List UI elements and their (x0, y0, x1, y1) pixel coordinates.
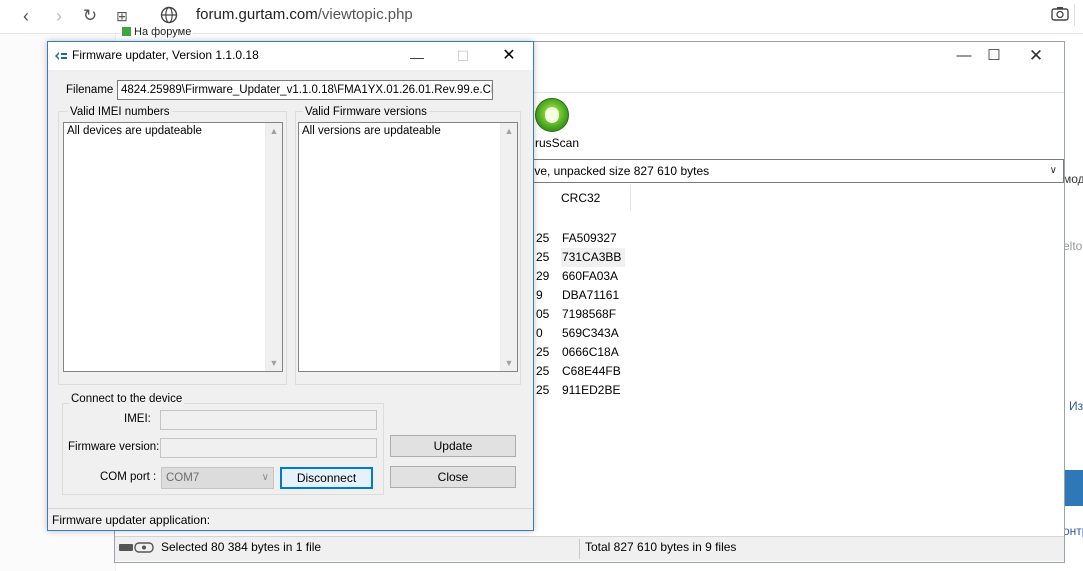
row-crc32[interactable]: 0666C18A (561, 343, 623, 362)
dialog-close-icon[interactable]: ✕ (486, 42, 532, 70)
scroll-up-icon[interactable]: ▲ (501, 123, 517, 139)
page-fragment-4[interactable]: онтр (1063, 524, 1083, 538)
virus-scan-icon[interactable] (535, 98, 569, 132)
globe-icon (160, 6, 178, 27)
firmware-updater-dialog: Firmware updater, Version 1.1.0.18 — ☐ ✕… (47, 41, 534, 531)
toolbar-divider (1074, 4, 1083, 26)
imei-scrollbar[interactable]: ▲ ▼ (265, 123, 282, 371)
back-icon[interactable]: ‹ (13, 4, 39, 28)
row-size-fragment[interactable]: 25 (536, 381, 549, 400)
filename-label: Filename (66, 84, 114, 96)
screenshot-camera-icon[interactable] (1050, 5, 1070, 26)
status-separator (579, 539, 580, 559)
forum-top-link-text: На форуме (134, 26, 192, 38)
close-icon[interactable]: ✕ (1016, 45, 1056, 67)
chevron-down-icon[interactable]: ∨ (262, 468, 269, 488)
firmware-version-label: Firmware version: (68, 441, 160, 453)
update-button[interactable]: Update (390, 435, 516, 457)
page-fragment-3[interactable]: Из (1069, 399, 1083, 413)
green-square-icon (122, 27, 131, 36)
scroll-down-icon[interactable]: ▼ (266, 355, 282, 371)
row-crc32[interactable]: 569C343A (561, 324, 623, 343)
maximize-icon[interactable]: ☐ (974, 45, 1014, 67)
connect-group-title: Connect to the device (69, 393, 185, 405)
crc32-header-text: CRC32 (561, 191, 601, 205)
archive-path-text: hive, unpacked size 827 610 bytes (525, 164, 710, 178)
row-size-fragment[interactable]: 25 (536, 229, 549, 248)
chevron-down-icon[interactable]: ∨ (1050, 160, 1057, 182)
imei-listbox[interactable]: All devices are updateable ▲ ▼ (63, 122, 283, 372)
virus-scan-label[interactable]: rusScan (535, 136, 579, 150)
row-size-fragment[interactable]: 9 (536, 286, 543, 305)
com-port-label: COM port : (100, 471, 157, 483)
page-fragment-2: elton (1063, 239, 1083, 253)
imei-list-item[interactable]: All devices are updateable (64, 123, 282, 139)
firmware-list-item[interactable]: All versions are updateable (299, 123, 517, 139)
url-path: /viewtopic.php (317, 6, 413, 23)
page-blue-button[interactable] (1063, 470, 1083, 506)
dialog-maximize-icon[interactable]: ☐ (440, 42, 486, 70)
dialog-status-text: Firmware updater application: (52, 513, 211, 527)
row-crc32[interactable]: FA509327 (561, 229, 621, 248)
address-bar[interactable]: forum.gurtam.com/viewtopic.php (196, 5, 413, 25)
firmware-group-title: Valid Firmware versions (303, 106, 429, 118)
forward-icon[interactable]: › (46, 4, 72, 28)
dialog-status-bar: Firmware updater application: (48, 508, 533, 531)
row-size-fragment[interactable]: 25 (536, 343, 549, 362)
url-domain: forum.gurtam.com (196, 6, 318, 23)
close-button[interactable]: Close (390, 466, 516, 488)
status-selected-text: Selected 80 384 bytes in 1 file (161, 540, 322, 554)
forum-top-link[interactable]: На форуме (120, 26, 194, 38)
row-crc32[interactable]: 731CA3BB (561, 248, 626, 267)
firmware-scrollbar[interactable]: ▲ ▼ (500, 123, 517, 371)
row-crc32[interactable]: 911ED2BE (561, 381, 624, 400)
imei-field[interactable] (160, 410, 377, 430)
firmware-listbox[interactable]: All versions are updateable ▲ ▼ (298, 122, 518, 372)
row-crc32[interactable]: DBA71161 (561, 286, 623, 305)
dialog-minimize-icon[interactable]: — (394, 43, 440, 71)
row-crc32[interactable]: C68E44FB (561, 362, 625, 381)
archive-status-bar: Selected 80 384 bytes in 1 file Total 82… (115, 536, 1064, 561)
apps-grid-icon[interactable]: ⊞ (109, 4, 135, 28)
row-crc32[interactable]: 7198568F (561, 305, 620, 324)
filename-field[interactable]: 4824.25989\Firmware_Updater_v1.1.0.18\FM… (117, 80, 493, 100)
com-port-value: COM7 (166, 472, 200, 484)
drive-icon (119, 542, 155, 557)
imei-label: IMEI: (124, 413, 151, 425)
row-size-fragment[interactable]: 25 (536, 362, 549, 381)
row-size-fragment[interactable]: 0 (536, 324, 543, 343)
row-size-fragment[interactable]: 29 (536, 267, 549, 286)
firmware-version-field[interactable] (160, 438, 377, 458)
refresh-icon[interactable]: ↻ (77, 4, 103, 28)
imei-group-title: Valid IMEI numbers (68, 106, 172, 118)
scroll-down-icon[interactable]: ▼ (501, 355, 517, 371)
dialog-title: Firmware updater, Version 1.1.0.18 (72, 48, 259, 62)
status-total-text: Total 827 610 bytes in 9 files (585, 540, 737, 554)
dialog-title-bar[interactable]: Firmware updater, Version 1.1.0.18 — ☐ ✕ (48, 42, 533, 70)
row-size-fragment[interactable]: 05 (536, 305, 549, 324)
row-size-fragment[interactable]: 25 (536, 248, 549, 267)
page-fragment-1: моде (1063, 172, 1083, 186)
app-logo-icon (55, 52, 67, 60)
archive-path-box[interactable]: hive, unpacked size 827 610 bytes ∨ (522, 159, 1064, 183)
row-crc32[interactable]: 660FA03A (561, 267, 622, 286)
crc32-column-header[interactable]: CRC32 (555, 185, 631, 211)
scroll-up-icon[interactable]: ▲ (266, 123, 282, 139)
com-port-select[interactable]: COM7 ∨ (161, 467, 274, 489)
disconnect-button[interactable]: Disconnect (280, 467, 373, 489)
